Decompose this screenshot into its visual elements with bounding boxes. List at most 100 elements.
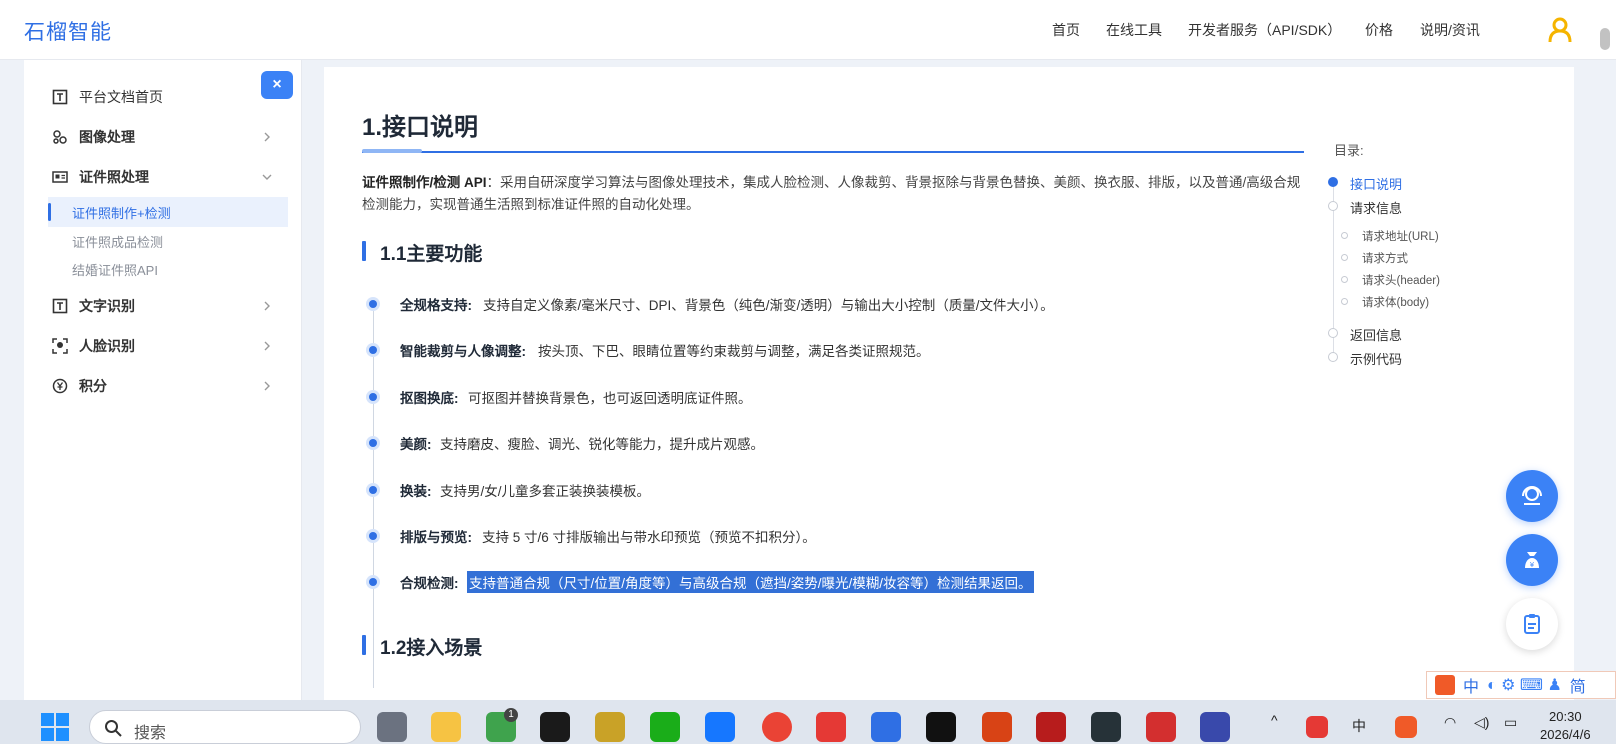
hbuilder-icon[interactable] bbox=[871, 712, 901, 742]
user-icon[interactable] bbox=[1547, 17, 1573, 43]
headset-icon bbox=[1522, 486, 1542, 505]
terminal-icon[interactable] bbox=[1091, 712, 1121, 742]
toc-title: 目录: bbox=[1334, 143, 1364, 158]
toc-item-sample-code[interactable]: 示例代码 bbox=[1350, 349, 1402, 368]
nav-online-tools[interactable]: 在线工具 bbox=[1106, 20, 1162, 40]
wifi-icon[interactable]: ◠ bbox=[1444, 714, 1456, 731]
toc-subitem-url[interactable]: 请求地址(URL) bbox=[1362, 228, 1439, 244]
feature-name: 美颜: bbox=[400, 437, 432, 452]
task-view-icon[interactable] bbox=[377, 712, 407, 742]
page-title: 1.接口说明 bbox=[362, 114, 479, 141]
notification-badge: 1 bbox=[504, 708, 518, 722]
feature-name: 排版与预览: bbox=[400, 530, 472, 545]
sidebar-item-ocr[interactable]: 文字识别 bbox=[24, 286, 302, 326]
feature-name: 换装: bbox=[400, 484, 432, 499]
wps-icon[interactable] bbox=[816, 712, 846, 742]
id-card-icon bbox=[52, 171, 68, 183]
sidebar-subitem-marriage-photo-api[interactable]: 结婚证件照API bbox=[48, 254, 288, 284]
feature-name: 全规格支持: bbox=[400, 298, 472, 313]
tray-ime-indicator[interactable]: 中 bbox=[1352, 716, 1366, 736]
toc-item-interface[interactable]: 接口说明 bbox=[1350, 174, 1402, 193]
chrome-icon[interactable] bbox=[762, 712, 792, 742]
feature-desc: 支持男/女/儿童多套正装换装模板。 bbox=[440, 484, 651, 499]
site-logo[interactable]: 石榴智能 bbox=[24, 16, 112, 46]
cat-app-icon[interactable] bbox=[1200, 712, 1230, 742]
face-icon bbox=[52, 338, 68, 354]
feature-desc: 按头顶、下巴、眼睛位置等约束裁剪与调整，满足各类证照规范。 bbox=[538, 344, 930, 359]
toc-subdot bbox=[1341, 254, 1348, 261]
clipboard-button[interactable] bbox=[1506, 598, 1558, 650]
search-placeholder: 搜索 bbox=[134, 725, 167, 742]
toc-subdot bbox=[1341, 276, 1348, 283]
doc-content: 1.接口说明 证件照制作/检测 API：采用自研深度学习算法与图像处理技术，集成… bbox=[324, 67, 1574, 700]
wechat-icon[interactable] bbox=[650, 712, 680, 742]
sidebar-item-label: 文字识别 bbox=[79, 298, 135, 314]
sidebar-item-image-processing[interactable]: 图像处理 bbox=[24, 117, 302, 157]
filezilla-icon[interactable] bbox=[1036, 712, 1066, 742]
clock-date: 2026/4/6 bbox=[1540, 727, 1591, 742]
chevron-right-icon bbox=[264, 132, 270, 142]
nav-home[interactable]: 首页 bbox=[1052, 20, 1080, 40]
acrobat-icon[interactable] bbox=[1146, 712, 1176, 742]
timeline-dot bbox=[366, 343, 380, 357]
taskbar-search[interactable]: 搜索 bbox=[89, 710, 361, 744]
chevron-right-icon bbox=[264, 381, 270, 391]
tray-chevron-up-icon[interactable]: ^ bbox=[1271, 712, 1278, 728]
doc-t-icon bbox=[52, 89, 68, 105]
toc-subdot bbox=[1341, 232, 1348, 239]
taskbar-clock[interactable]: 20:30 2026/4/6 bbox=[1540, 708, 1591, 744]
sidebar-item-id-photo[interactable]: 证件照处理 bbox=[24, 157, 302, 197]
ime-tools-icon[interactable]: ◐ ⚙ ⌨ ♟ bbox=[1487, 675, 1562, 695]
volume-icon[interactable]: ◁) bbox=[1474, 714, 1489, 731]
section-heading-scenes: 1.2接入场景 bbox=[362, 633, 482, 660]
app-e-icon[interactable] bbox=[595, 712, 625, 742]
ime-toolbar[interactable]: 中 ◐ ⚙ ⌨ ♟ 简 bbox=[1426, 671, 1616, 699]
sidebar-item-label: 人脸识别 bbox=[79, 338, 135, 354]
tray-sogou-icon[interactable] bbox=[1395, 716, 1417, 738]
customer-service-button[interactable] bbox=[1506, 470, 1558, 522]
sidebar-subitem-label: 结婚证件照API bbox=[72, 262, 158, 278]
windows-start-icon[interactable] bbox=[40, 712, 70, 742]
ime-simplified[interactable]: 简 bbox=[1570, 673, 1586, 697]
nav-developer-services[interactable]: 开发者服务（API/SDK） bbox=[1188, 20, 1341, 40]
sidebar-item-points[interactable]: 积分 bbox=[24, 366, 302, 406]
sidebar-item-face-recognition[interactable]: 人脸识别 bbox=[24, 326, 302, 366]
nav-pricing[interactable]: 价格 bbox=[1365, 20, 1393, 40]
page-scrollbar-thumb[interactable] bbox=[1600, 28, 1610, 50]
feishu-icon[interactable] bbox=[705, 712, 735, 742]
sidebar-subitem-id-photo-make-detect[interactable]: 证件照制作+检测 bbox=[48, 197, 288, 227]
timeline-dot bbox=[366, 575, 380, 589]
feature-desc: 可抠图并替换背景色，也可返回透明底证件照。 bbox=[468, 391, 752, 406]
nav-docs-news[interactable]: 说明/资讯 bbox=[1420, 20, 1480, 40]
sidebar-item-label: 平台文档首页 bbox=[79, 89, 163, 105]
title-underline bbox=[362, 151, 1304, 153]
sidebar-subitem-label: 证件照制作+检测 bbox=[72, 205, 171, 221]
qq-icon[interactable] bbox=[926, 712, 956, 742]
tray-app-icon[interactable] bbox=[1306, 716, 1328, 738]
timeline-dot bbox=[366, 390, 380, 404]
toc-subitem-method[interactable]: 请求方式 bbox=[1362, 250, 1408, 266]
toc-dot bbox=[1328, 201, 1338, 211]
toc-subitem-body[interactable]: 请求体(body) bbox=[1362, 294, 1429, 310]
image-process-icon bbox=[53, 130, 67, 144]
toc-item-request[interactable]: 请求信息 bbox=[1350, 198, 1402, 217]
timeline-dot bbox=[366, 529, 380, 543]
file-explorer-icon[interactable] bbox=[431, 712, 461, 742]
sidebar-item-label: 图像处理 bbox=[79, 129, 135, 145]
toc-item-response[interactable]: 返回信息 bbox=[1350, 325, 1402, 344]
ime-mode[interactable]: 中 bbox=[1463, 673, 1479, 697]
sidebar-subitem-id-photo-check[interactable]: 证件照成品检测 bbox=[48, 226, 288, 256]
toc-subitem-header[interactable]: 请求头(header) bbox=[1362, 272, 1440, 288]
sidebar-subitem-label: 证件照成品检测 bbox=[72, 234, 164, 250]
pycharm-icon[interactable] bbox=[540, 712, 570, 742]
title-underline-accent bbox=[362, 149, 422, 153]
timeline-dot bbox=[366, 297, 380, 311]
sidebar-close-button[interactable]: × bbox=[261, 71, 293, 99]
recharge-button[interactable]: ¥ bbox=[1506, 534, 1558, 586]
snail-app-icon[interactable] bbox=[982, 712, 1012, 742]
intro-text: ：采用自研深度学习算法与图像处理技术，集成人脸检测、人像裁剪、背景抠除与背景色替… bbox=[362, 175, 1301, 212]
feature-desc-selected[interactable]: 支持普通合规（尺寸/位置/角度等）与高级合规（遮挡/姿势/曝光/模糊/妆容等）检… bbox=[467, 571, 1034, 593]
intro-api-name: 证件照制作/检测 API bbox=[362, 175, 487, 190]
battery-icon[interactable]: ▭ bbox=[1504, 714, 1517, 731]
yen-icon bbox=[52, 378, 68, 394]
